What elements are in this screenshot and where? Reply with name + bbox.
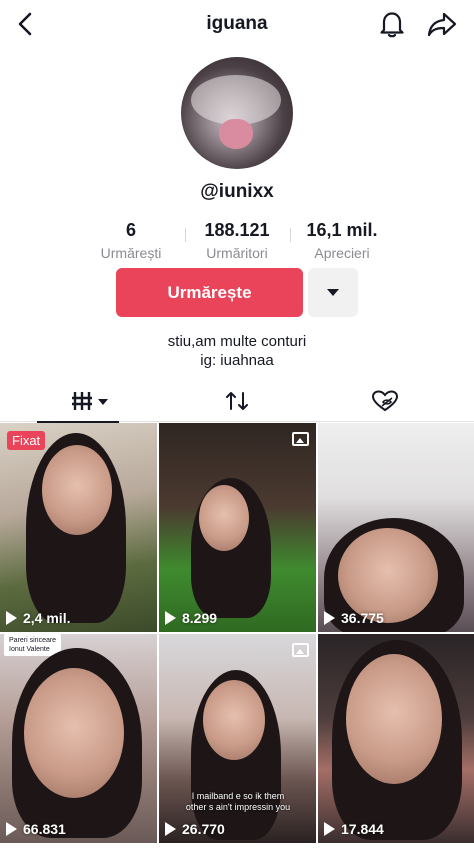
video-thumbnail[interactable]: 36.775 (318, 423, 474, 632)
avatar-tongue (219, 119, 253, 149)
profile-handle: @iunixx (200, 181, 274, 202)
grid-icon (72, 392, 108, 410)
play-icon (324, 822, 335, 836)
stat-followers-value: 188.121 (204, 220, 270, 240)
view-count-value: 36.775 (341, 610, 384, 626)
stat-following-value: 6 (125, 220, 136, 240)
view-count: 8.299 (165, 608, 217, 628)
stat-followers-label: Urmăritori (206, 245, 268, 261)
view-count-value: 2,4 mil. (23, 610, 71, 626)
view-count-value: 66.831 (23, 821, 66, 837)
view-count-value: 26.770 (182, 821, 225, 837)
play-icon (165, 611, 176, 625)
view-count: 26.770 (165, 819, 225, 839)
stat-followers[interactable]: 188.121 Urmăritori (182, 219, 292, 263)
bell-icon[interactable] (378, 9, 406, 39)
video-caption: I mailband e so ik them other s ain't im… (185, 791, 291, 812)
view-count: 2,4 mil. (6, 608, 70, 628)
sticker-text: Pareri sinceare Ionut Valente (4, 634, 62, 656)
hidden-heart-icon (371, 390, 399, 412)
view-count-value: 17.844 (341, 821, 384, 837)
thumbnail-face (199, 485, 249, 551)
view-count: 66.831 (6, 819, 66, 839)
suggested-accounts-button[interactable] (308, 268, 358, 317)
photo-icon (292, 643, 309, 657)
stat-likes-value: 16,1 mil. (306, 220, 378, 240)
tab-videos[interactable] (0, 380, 158, 423)
play-icon (324, 611, 335, 625)
stat-following-label: Urmărești (100, 245, 162, 261)
avatar-fur (191, 75, 281, 125)
thumbnail-face (203, 680, 265, 760)
video-thumbnail[interactable]: Fixat 2,4 mil. (0, 423, 157, 632)
profile-stats: 6 Urmărești 188.121 Urmăritori 16,1 mil.… (0, 219, 474, 265)
thumbnail-face (346, 654, 442, 784)
play-icon (6, 822, 17, 836)
follow-button[interactable]: Urmărește (116, 268, 303, 317)
video-thumbnail[interactable]: I mailband e so ik them other s ain't im… (159, 634, 316, 843)
video-thumbnail[interactable]: Pareri sinceare Ionut Valente 66.831 (0, 634, 157, 843)
view-count: 17.844 (324, 819, 384, 839)
view-count-value: 8.299 (182, 610, 218, 626)
stat-divider (290, 228, 291, 242)
view-count: 36.775 (324, 608, 384, 628)
video-thumbnail[interactable]: 17.844 (318, 634, 474, 843)
profile-tabs (0, 380, 474, 423)
tab-reposts[interactable] (158, 380, 316, 422)
avatar[interactable] (181, 57, 293, 169)
top-bar: iguana (0, 0, 474, 50)
tab-liked[interactable] (316, 380, 474, 422)
stat-likes-label: Aprecieri (314, 245, 370, 261)
thumbnail-face (24, 668, 124, 798)
stat-divider (185, 228, 186, 242)
play-icon (165, 822, 176, 836)
thumbnail-face (42, 445, 112, 535)
stat-following[interactable]: 6 Urmărești (76, 219, 186, 263)
video-grid: Fixat 2,4 mil. 8.299 36.775 Pareri since… (0, 423, 474, 852)
stat-likes[interactable]: 16,1 mil. Aprecieri (287, 219, 397, 263)
chevron-down-icon (327, 289, 339, 296)
pinned-badge: Fixat (7, 431, 46, 450)
repost-icon (226, 392, 248, 410)
video-thumbnail[interactable]: 8.299 (159, 423, 316, 632)
bio-line: stiu,am multe conturi (167, 333, 307, 350)
bio-line: ig: iuahnaa (200, 352, 274, 369)
play-icon (6, 611, 17, 625)
share-icon[interactable] (426, 10, 458, 38)
photo-icon (292, 432, 309, 446)
